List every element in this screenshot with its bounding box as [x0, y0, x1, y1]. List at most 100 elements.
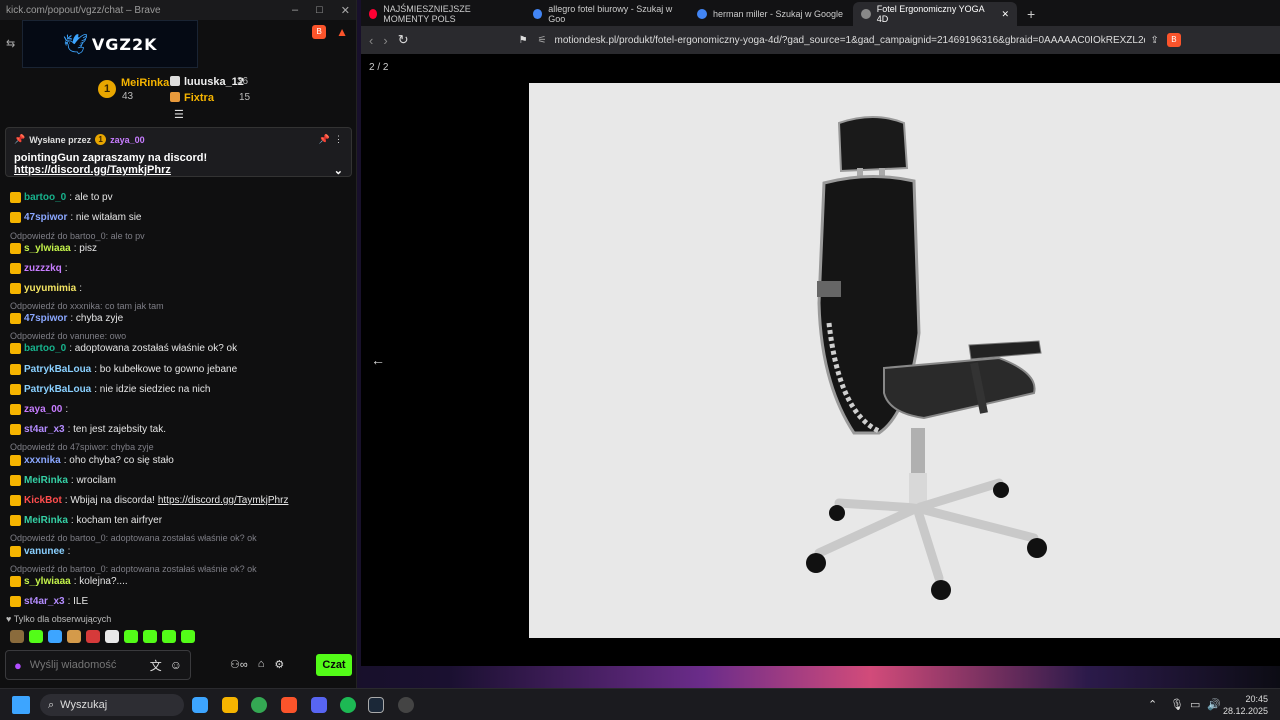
chat-username[interactable]: bartoo_0: [24, 343, 66, 354]
taskbar-search[interactable]: ⌕ Wyszukaj: [40, 694, 184, 716]
reply-context[interactable]: Odpowiedź do xxxnika: co tam jak tam: [10, 301, 164, 311]
chat-username[interactable]: yuyumimia: [24, 283, 76, 294]
reload-icon[interactable]: ↻: [398, 32, 409, 48]
chrome-icon[interactable]: [251, 697, 267, 713]
reply-context[interactable]: Odpowiedź do bartoo_0: ale to pv: [10, 231, 145, 241]
chat-message[interactable]: 47spiwor: chyba zyje: [10, 313, 123, 324]
message-input[interactable]: [29, 659, 150, 671]
chat-message[interactable]: xxxnika: oho chyba? co się stało: [10, 455, 174, 466]
brave-shield-icon[interactable]: B: [312, 25, 327, 39]
leader-name[interactable]: luuuska_12: [184, 76, 244, 88]
mic-icon[interactable]: 🎙: [1170, 698, 1184, 711]
chat-message[interactable]: PatrykBaLoua: bo kubełkowe to gowno jeba…: [10, 364, 237, 375]
translate-icon[interactable]: 文: [150, 657, 162, 674]
emote-icon[interactable]: [48, 630, 62, 643]
chat-username[interactable]: KickBot: [24, 495, 62, 506]
send-chat-button[interactable]: Czat: [316, 654, 352, 676]
mic-icon[interactable]: ●: [14, 658, 24, 673]
chat-message[interactable]: zaya_00:: [10, 404, 68, 415]
windows-start-icon[interactable]: [12, 696, 30, 714]
points-icon[interactable]: ⚇∞: [230, 658, 248, 671]
chat-username[interactable]: MeiRinka: [24, 515, 68, 526]
reply-context[interactable]: Odpowiedź do bartoo_0: adoptowana został…: [10, 564, 257, 574]
emote-icon[interactable]: [105, 630, 119, 643]
forward-icon[interactable]: ›: [383, 33, 387, 48]
chat-username[interactable]: vanunee: [24, 546, 65, 557]
volume-icon[interactable]: 🔊: [1207, 698, 1221, 711]
new-tab-button[interactable]: +: [1017, 6, 1045, 26]
leader-name[interactable]: Fixtra: [184, 92, 214, 104]
chat-message[interactable]: 47spiwor: nie witałam sie: [10, 212, 142, 223]
more-icon[interactable]: ⋮: [334, 134, 343, 145]
chat-username[interactable]: MeiRinka: [24, 475, 68, 486]
steam-icon[interactable]: [368, 697, 384, 713]
network-icon[interactable]: ▭: [1190, 698, 1200, 711]
chat-username[interactable]: st4ar_x3: [24, 424, 65, 435]
pin-icon[interactable]: 📌: [319, 134, 330, 145]
chat-message[interactable]: yuyumimia:: [10, 283, 82, 294]
store-icon[interactable]: ⌂: [258, 658, 265, 671]
reply-context[interactable]: Odpowiedź do vanunee: owo: [10, 331, 126, 341]
chat-message[interactable]: st4ar_x3: ILE: [10, 596, 88, 607]
chat-username[interactable]: PatrykBaLoua: [24, 364, 91, 375]
file-explorer-icon[interactable]: [222, 697, 238, 713]
tab-allegro-search[interactable]: allegro fotel biurowy - Szukaj w Goo: [525, 2, 689, 26]
reply-context[interactable]: Odpowiedź do 47spiwor: chyba zyje: [10, 442, 154, 452]
spotify-icon[interactable]: [340, 697, 356, 713]
share-icon[interactable]: ⇪: [1151, 35, 1159, 46]
reply-context[interactable]: Odpowiedź do bartoo_0: adoptowana został…: [10, 533, 257, 543]
chat-message[interactable]: s_ylwiaaa: pisz: [10, 243, 97, 254]
chat-message[interactable]: MeiRinka: wrocilam: [10, 475, 116, 486]
chat-username[interactable]: 47spiwor: [24, 313, 67, 324]
chevron-down-icon[interactable]: ⌄: [334, 164, 343, 177]
close-icon[interactable]: ✕: [1001, 9, 1009, 20]
chat-username[interactable]: PatrykBaLoua: [24, 384, 91, 395]
minimize-icon[interactable]: –: [292, 4, 298, 17]
discord-icon[interactable]: [311, 697, 327, 713]
site-info-icon[interactable]: ⚟: [538, 35, 547, 46]
chat-username[interactable]: zuzzzkq: [24, 263, 62, 274]
obs-icon[interactable]: [398, 697, 414, 713]
chat-username[interactable]: bartoo_0: [24, 192, 66, 203]
chat-message[interactable]: st4ar_x3: ten jest zajebsity tak.: [10, 424, 166, 435]
bookmark-icon[interactable]: ⚑: [519, 35, 528, 46]
emoji-icon[interactable]: ☺: [170, 658, 182, 672]
tab-youtube[interactable]: NAJŚMIESZNIEJSZE MOMENTY POLS: [361, 2, 525, 26]
filter-icon[interactable]: ☰: [174, 108, 184, 121]
arrow-left-icon[interactable]: ←: [371, 352, 385, 368]
emote-icon[interactable]: [124, 630, 138, 643]
chat-message[interactable]: bartoo_0: adoptowana zostałaś właśnie ok…: [10, 343, 237, 354]
url-field[interactable]: motiondesk.pl/produkt/fotel-ergonomiczny…: [555, 35, 1145, 46]
chat-message[interactable]: bartoo_0: ale to pv: [10, 192, 113, 203]
chevron-up-icon[interactable]: ⌃: [1148, 698, 1157, 711]
system-clock[interactable]: 20:45 28.12.2025: [1223, 693, 1268, 717]
chat-username[interactable]: 47spiwor: [24, 212, 67, 223]
chat-username[interactable]: st4ar_x3: [24, 596, 65, 607]
chat-username[interactable]: zaya_00: [24, 404, 62, 415]
tab-herman-search[interactable]: herman miller - Szukaj w Google: [689, 2, 853, 26]
copilot-icon[interactable]: [192, 697, 208, 713]
settings-icon[interactable]: ⚙: [274, 658, 284, 671]
chat-message[interactable]: zuzzzkq:: [10, 263, 68, 274]
swap-icon[interactable]: ⇆: [6, 37, 15, 50]
chat-username[interactable]: xxxnika: [24, 455, 61, 466]
chat-message[interactable]: PatrykBaLoua: nie idzie siedziec na nich: [10, 384, 210, 395]
alert-icon[interactable]: ▲: [336, 25, 348, 39]
brave-icon[interactable]: [281, 697, 297, 713]
chat-message[interactable]: vanunee:: [10, 546, 70, 557]
pinned-message[interactable]: 📌 Wysłane przez 1 zaya_00 📌 ⋮ pointingGu…: [5, 127, 352, 177]
chat-message[interactable]: s_ylwiaaa: kolejna?....: [10, 576, 128, 587]
chat-message[interactable]: MeiRinka: kocham ten airfryer: [10, 515, 162, 526]
close-icon[interactable]: ✕: [341, 4, 350, 17]
back-icon[interactable]: ‹: [369, 33, 373, 48]
message-input-box[interactable]: ● 文 ☺: [5, 650, 191, 680]
maximize-icon[interactable]: □: [316, 4, 323, 17]
tab-yoga-chair[interactable]: Fotel Ergonomiczny YOGA 4D ✕: [853, 2, 1017, 26]
chat-message[interactable]: KickBot: Wbijaj na discorda! https://disc…: [10, 495, 288, 506]
emote-icon[interactable]: [86, 630, 100, 643]
emote-icon[interactable]: [29, 630, 43, 643]
emote-icon[interactable]: [143, 630, 157, 643]
chat-link[interactable]: https://discord.gg/TaymkjPhrz: [158, 495, 289, 506]
emote-icon[interactable]: [10, 630, 24, 643]
emote-icon[interactable]: [67, 630, 81, 643]
